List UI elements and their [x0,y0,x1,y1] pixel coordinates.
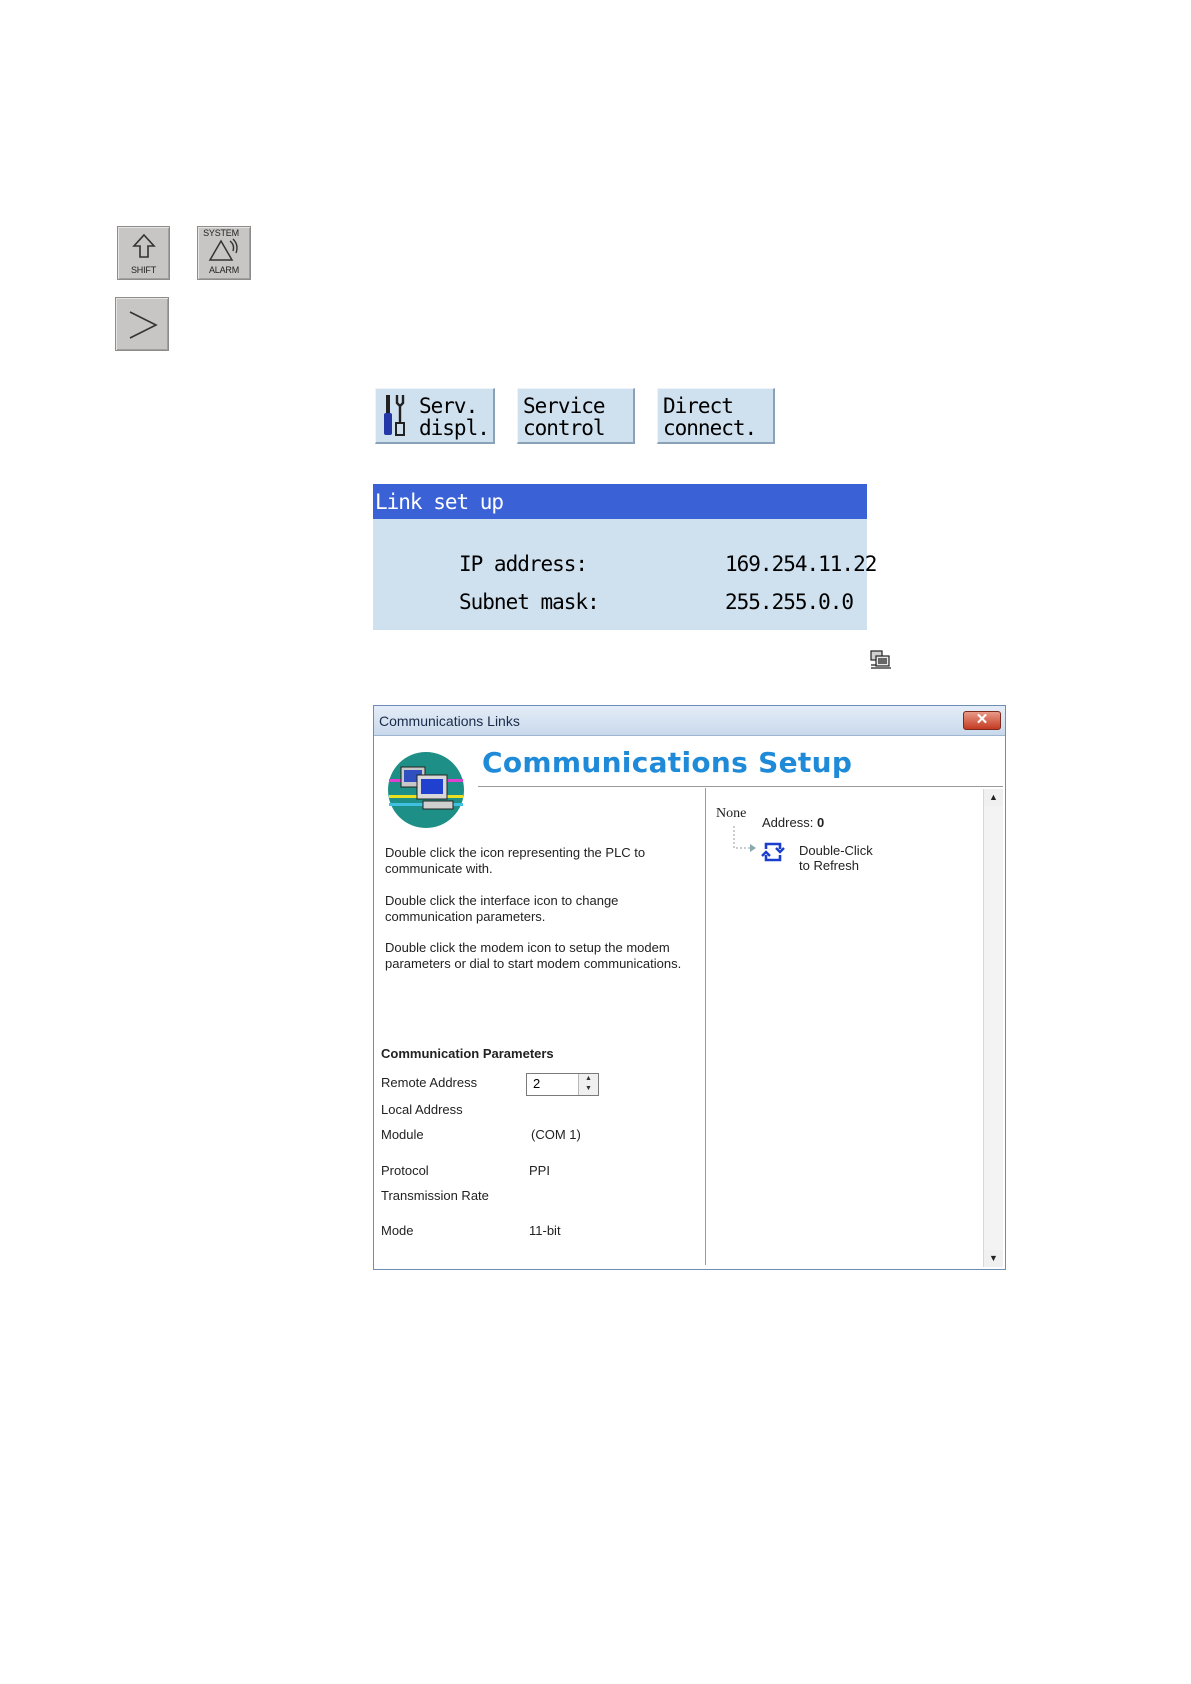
header-divider [478,786,1003,788]
system-alarm-key[interactable]: SYSTEM ALARM [197,226,251,280]
shift-key[interactable]: SHIFT [117,226,170,280]
params-heading: Communication Parameters [381,1046,554,1061]
communications-links-dialog: Communications Links ✕ Communications Se… [373,705,1006,1270]
alarm-key-label: ALARM [208,265,239,275]
local-address-label: Local Address [381,1102,463,1117]
close-button[interactable]: ✕ [963,711,1001,730]
mode-label: Mode [381,1223,414,1238]
network-logo-icon [388,752,464,828]
system-key-label: SYSTEM [203,228,239,238]
subnet-mask-value: 255.255.0.0 [725,590,854,614]
scroll-up-icon[interactable]: ▲ [984,789,1003,806]
communication-icon[interactable] [870,650,892,670]
module-value: (COM 1) [531,1127,581,1142]
service-control-softkey[interactable]: Service control [517,388,635,444]
refresh-label-line1: Double-Click [799,843,873,858]
instruction-plc: Double click the icon representing the P… [385,845,646,876]
ip-address-value: 169.254.11.22 [725,552,877,576]
direct-connect-softkey[interactable]: Direct connect. [657,388,775,444]
module-label: Module [381,1127,424,1142]
serv-displ-softkey[interactable]: Serv. displ. [375,388,495,444]
link-setup-title: Link set up [373,484,867,519]
protocol-value: PPI [529,1163,550,1178]
tree-address: Address: 0 [762,815,824,830]
shift-key-label: SHIFT [131,265,156,275]
refresh-icon[interactable] [760,839,786,865]
mode-value: 11-bit [529,1223,561,1238]
tree-address-label: Address: [762,815,814,830]
service-control-line1: Service [523,394,606,418]
tools-icon [384,395,405,436]
subnet-mask-label: Subnet mask: [459,590,600,614]
arrow-up-icon [132,233,156,258]
spin-up-icon[interactable]: ▲ [579,1074,598,1084]
tree-address-value: 0 [816,815,825,830]
chevron-right-icon [129,311,158,339]
protocol-label: Protocol [381,1163,429,1178]
spin-down-icon[interactable]: ▼ [579,1084,598,1094]
refresh-label-line2: to Refresh [799,858,859,873]
dialog-titlebar[interactable]: Communications Links ✕ [374,706,1005,736]
menu-forward-key[interactable] [115,297,169,351]
remote-address-spinner[interactable]: 2 ▲ ▼ [526,1073,599,1096]
service-control-line2: control [523,416,606,440]
serv-displ-line1: Serv. [419,394,478,418]
instruction-modem: Double click the modem icon to setup the… [385,940,682,971]
direct-connect-line2: connect. [663,416,757,440]
alarm-icon [208,238,238,261]
link-setup-panel: Link set up IP address: 169.254.11.22 Su… [373,484,877,630]
dialog-title: Communications Links [379,713,520,729]
remote-address-label: Remote Address [381,1075,478,1090]
direct-connect-line1: Direct [663,394,734,418]
pane-divider[interactable] [705,788,707,1265]
tree-connector-line [733,826,756,852]
scroll-down-icon[interactable]: ▼ [984,1250,1003,1267]
ip-address-label: IP address: [459,552,588,576]
tree-root-none[interactable]: None [716,806,746,822]
refresh-label[interactable]: Double-Click to Refresh [799,843,873,873]
remote-address-value: 2 [533,1076,541,1091]
instruction-interface: Double click the interface icon to chang… [385,893,619,924]
transmission-rate-label: Transmission Rate [381,1188,489,1203]
serv-displ-line2: displ. [419,416,490,440]
setup-title: Communications Setup [482,746,853,779]
vertical-scrollbar[interactable]: ▲ ▼ [983,789,1003,1267]
close-icon: ✕ [975,711,989,728]
